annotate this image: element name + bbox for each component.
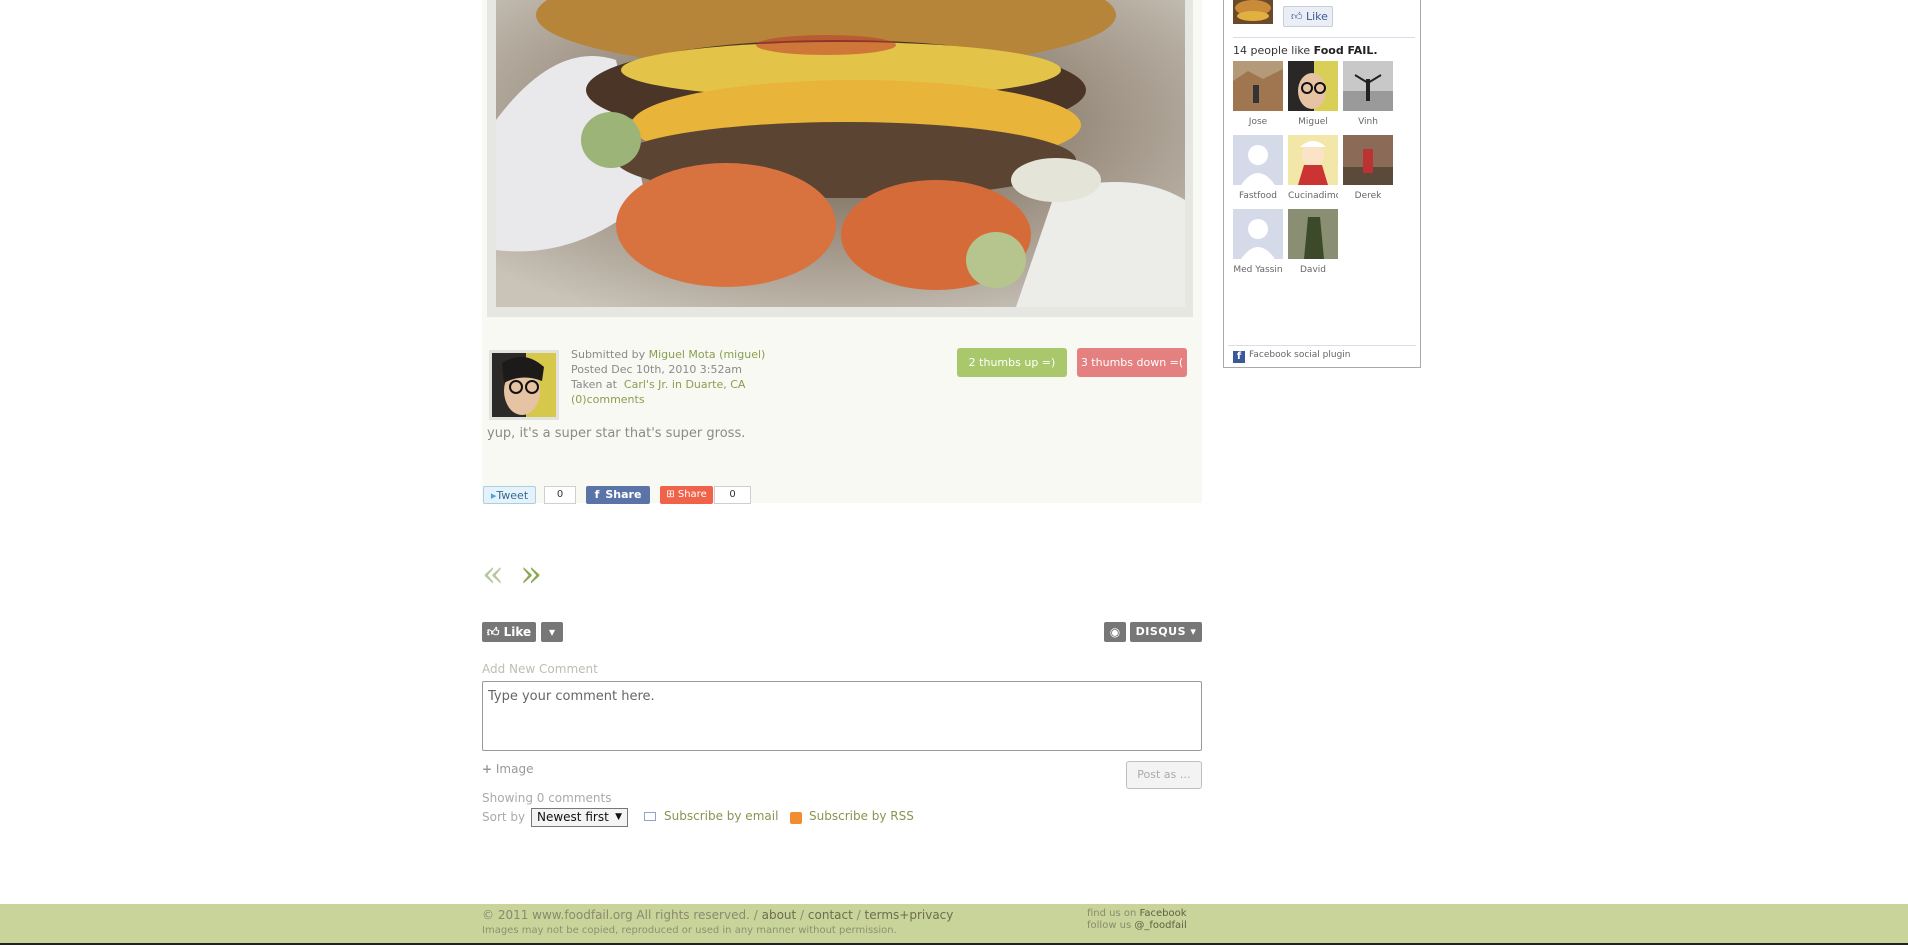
thumbs-down-icon: ▾ xyxy=(548,625,556,639)
plugin-label: Facebook social plugin xyxy=(1249,350,1351,360)
follow-us-label: follow us xyxy=(1087,920,1132,931)
footer-separator: / xyxy=(856,908,861,922)
fan-avatar xyxy=(1233,61,1283,111)
facebook-fan-count: 14 people like Food FAIL. xyxy=(1233,44,1378,57)
fan-avatar xyxy=(1343,135,1393,185)
fan-name: Jose xyxy=(1248,117,1268,127)
sort-select[interactable]: Newest first ▼ xyxy=(531,808,628,827)
comments-link[interactable]: (0)comments xyxy=(571,393,645,406)
thumbs-up-icon: 👍︎ xyxy=(1291,10,1303,23)
disqus-menu-button[interactable]: DISQUS ▾ xyxy=(1130,622,1202,642)
share-count: 0 xyxy=(714,486,751,504)
fan-count-text: 14 people like xyxy=(1233,44,1311,57)
sharebar-share-button[interactable]: ⊞ Share xyxy=(660,486,713,504)
thumbs-up-icon: 👍︎ xyxy=(486,625,500,639)
sort-selected-value: Newest first xyxy=(537,810,609,824)
divider xyxy=(1233,37,1415,38)
comment-count-label: Showing 0 comments xyxy=(482,791,612,805)
facebook-like-button[interactable]: 👍︎ Like xyxy=(1283,6,1333,27)
terms-privacy-link[interactable]: terms+privacy xyxy=(865,908,954,922)
subscribe-email-link[interactable]: Subscribe by email xyxy=(664,809,778,823)
subscribe-rss-link[interactable]: Subscribe by RSS xyxy=(809,809,914,823)
disqus-dislike-button[interactable]: ▾ xyxy=(541,622,563,642)
submitter-link[interactable]: Miguel Mota (miguel) xyxy=(649,348,766,361)
fan-avatar xyxy=(1288,135,1338,185)
divider xyxy=(1228,345,1416,346)
fan-name: Fastfood xyxy=(1239,191,1277,201)
thumbs-up-button[interactable]: 2 thumbs up =) xyxy=(957,348,1067,377)
facebook-share-label: Share xyxy=(605,488,642,501)
food-photo[interactable] xyxy=(496,0,1185,307)
tweet-button[interactable]: ▸Tweet xyxy=(483,486,536,504)
facebook-f-icon: f xyxy=(594,488,600,501)
fan-name: Derek xyxy=(1354,191,1382,201)
contact-link[interactable]: contact xyxy=(808,908,853,922)
social-links: find us on Facebook follow us @_foodfail xyxy=(1087,908,1187,932)
facebook-social-plugin-link[interactable]: f Facebook social plugin xyxy=(1233,350,1351,363)
footer xyxy=(0,904,1908,945)
find-us-label: find us on xyxy=(1087,908,1137,919)
disqus-user-button[interactable]: ◉ xyxy=(1104,622,1126,642)
facebook-share-button[interactable]: f Share xyxy=(586,486,650,504)
tweet-label: Tweet xyxy=(496,489,529,502)
copyright-disclaimer: Images may not be copied, reproduced or … xyxy=(482,925,897,936)
post-as-button[interactable]: Post as … xyxy=(1126,761,1202,789)
fan-item[interactable]: Vinh xyxy=(1343,61,1393,127)
fan-avatar xyxy=(1233,209,1283,259)
about-link[interactable]: about xyxy=(762,908,797,922)
fan-name: Med Yassin xyxy=(1233,265,1283,275)
fan-name: Cucinadimc xyxy=(1288,191,1338,201)
submitter-avatar[interactable] xyxy=(492,353,556,417)
fan-name: David xyxy=(1300,265,1326,275)
add-image-label: Image xyxy=(495,762,534,776)
fan-avatar xyxy=(1233,135,1283,185)
facebook-like-label: Like xyxy=(1306,10,1328,23)
comments-line: (0)comments xyxy=(571,393,645,406)
disqus-like-button[interactable]: 👍︎ Like xyxy=(482,622,536,642)
facebook-page-name[interactable]: Food FAIL. xyxy=(1314,44,1378,57)
twitter-link[interactable]: @_foodfail xyxy=(1134,920,1186,931)
posted-date: Posted Dec 10th, 2010 3:52am xyxy=(571,363,742,376)
footer-separator: / xyxy=(800,908,805,922)
facebook-icon: f xyxy=(1233,351,1245,363)
add-image-button[interactable]: + Image xyxy=(482,762,533,776)
fan-avatar xyxy=(1288,209,1338,259)
plus-icon: + xyxy=(482,762,493,776)
post-caption: yup, it's a super star that's super gros… xyxy=(487,426,746,441)
plus-icon: ⊞ xyxy=(666,489,675,500)
taken-at-line: Taken at Carl's Jr. in Duarte, CA xyxy=(571,378,745,391)
location-link[interactable]: Carl's Jr. in Duarte, CA xyxy=(624,378,746,391)
fan-item[interactable]: Med Yassin xyxy=(1233,209,1283,275)
thumbs-down-button[interactable]: 3 thumbs down =( xyxy=(1077,348,1187,377)
fan-name: Vinh xyxy=(1358,117,1378,127)
taken-at-label: Taken at xyxy=(571,378,617,391)
submitted-by-line: Submitted by Miguel Mota (miguel) xyxy=(571,348,765,361)
submitted-by-label: Submitted by xyxy=(571,348,646,361)
disqus-like-label: Like xyxy=(503,625,532,639)
fan-avatar xyxy=(1343,61,1393,111)
sharebar-share-label: Share xyxy=(677,489,707,500)
user-icon: ◉ xyxy=(1109,625,1121,639)
comment-textarea[interactable]: Type your comment here. xyxy=(482,681,1202,751)
fan-item[interactable]: Miguel xyxy=(1288,61,1338,127)
fan-item[interactable]: Fastfood xyxy=(1233,135,1283,201)
previous-post-link[interactable]: « xyxy=(482,555,504,595)
rss-icon xyxy=(790,812,802,824)
fan-item[interactable]: Derek xyxy=(1343,135,1393,201)
add-comment-label: Add New Comment xyxy=(482,662,598,676)
chevron-down-icon: ▼ xyxy=(615,812,622,822)
copyright-text: © 2011 www.foodfail.org All rights reser… xyxy=(482,908,758,922)
sort-label: Sort by xyxy=(482,810,526,824)
copyright-line: © 2011 www.foodfail.org All rights reser… xyxy=(482,908,953,922)
fan-item[interactable]: David xyxy=(1288,209,1338,275)
fan-name: Miguel xyxy=(1298,117,1328,127)
tweet-count: 0 xyxy=(544,486,576,504)
fan-avatar xyxy=(1288,61,1338,111)
fan-item[interactable]: Cucinadimc xyxy=(1288,135,1338,201)
facebook-link[interactable]: Facebook xyxy=(1140,908,1187,919)
next-post-link[interactable]: » xyxy=(520,555,542,595)
envelope-icon xyxy=(644,812,656,821)
fan-item[interactable]: Jose xyxy=(1233,61,1283,127)
facebook-page-thumbnail[interactable] xyxy=(1233,0,1273,24)
